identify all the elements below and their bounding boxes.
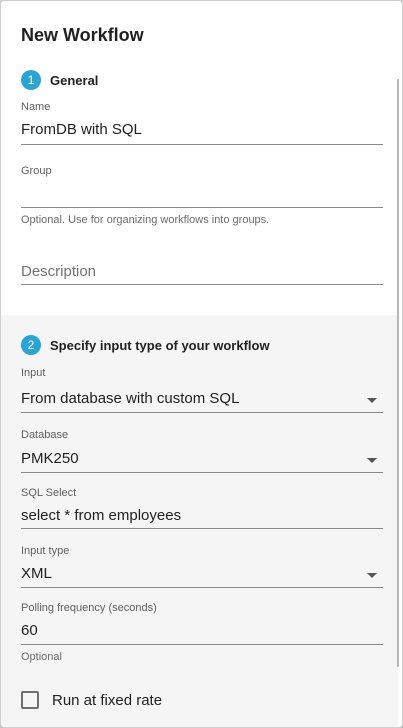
- name-underline: [21, 144, 383, 145]
- step-title: General: [50, 72, 99, 88]
- sql-select-underline: [21, 528, 383, 529]
- chevron-down-icon[interactable]: [367, 458, 377, 463]
- dialog-title: New Workflow: [21, 25, 144, 45]
- input-type-selected-value: XML: [21, 565, 52, 582]
- sql-select-label: SQL Select: [21, 487, 77, 499]
- group-field[interactable]: Group Optional. Use for organizing workf…: [21, 165, 383, 229]
- group-underline: [21, 207, 383, 208]
- description-placeholder: Description: [21, 263, 97, 280]
- polling-frequency-underline: [21, 644, 383, 645]
- description-field[interactable]: Description: [21, 259, 383, 289]
- input-type-label: Input type: [21, 545, 70, 557]
- input-label: Input: [21, 367, 46, 379]
- step-number-badge: 2: [21, 335, 41, 355]
- polling-frequency-label: Polling frequency (seconds): [21, 602, 157, 614]
- database-select[interactable]: Database PMK250: [21, 429, 383, 473]
- polling-frequency-field[interactable]: Polling frequency (seconds) 60 Optional: [21, 602, 383, 668]
- fixed-rate-checkbox-row[interactable]: Run at fixed rate: [21, 691, 162, 709]
- database-underline: [21, 472, 383, 473]
- name-input-value[interactable]: FromDB with SQL: [21, 121, 142, 138]
- name-label: Name: [21, 101, 51, 113]
- description-underline: [21, 284, 383, 285]
- input-select[interactable]: Input From database with custom SQL: [21, 367, 383, 413]
- sql-select-field[interactable]: SQL Select select * from employees: [21, 487, 383, 529]
- input-underline: [21, 412, 383, 413]
- input-type-underline: [21, 587, 383, 588]
- chevron-down-icon[interactable]: [367, 573, 377, 578]
- new-workflow-dialog: New Workflow 1 General Name FromDB with …: [0, 0, 403, 728]
- fixed-rate-label[interactable]: Run at fixed rate: [52, 692, 162, 709]
- step-title: Specify input type of your workflow: [50, 337, 270, 353]
- general-step-header: 1 General: [21, 69, 98, 91]
- polling-frequency-hint: Optional: [21, 651, 62, 663]
- group-label: Group: [21, 165, 52, 177]
- input-type-select[interactable]: Input type XML: [21, 545, 383, 589]
- polling-frequency-input-value[interactable]: 60: [21, 622, 38, 639]
- input-step-header: 2 Specify input type of your workflow: [21, 334, 270, 356]
- input-selected-value: From database with custom SQL: [21, 390, 240, 407]
- group-hint: Optional. Use for organizing workflows i…: [21, 214, 270, 226]
- general-section: 1 General Name FromDB with SQL Group Opt…: [1, 63, 398, 315]
- scrollbar[interactable]: [397, 79, 399, 667]
- step-number-badge: 1: [21, 70, 41, 90]
- database-selected-value: PMK250: [21, 450, 79, 467]
- database-label: Database: [21, 429, 69, 441]
- name-field[interactable]: Name FromDB with SQL: [21, 101, 383, 145]
- input-section: 2 Specify input type of your workflow In…: [1, 315, 398, 727]
- fixed-rate-checkbox[interactable]: [21, 691, 39, 709]
- sql-select-input-value[interactable]: select * from employees: [21, 507, 181, 524]
- chevron-down-icon[interactable]: [367, 398, 377, 403]
